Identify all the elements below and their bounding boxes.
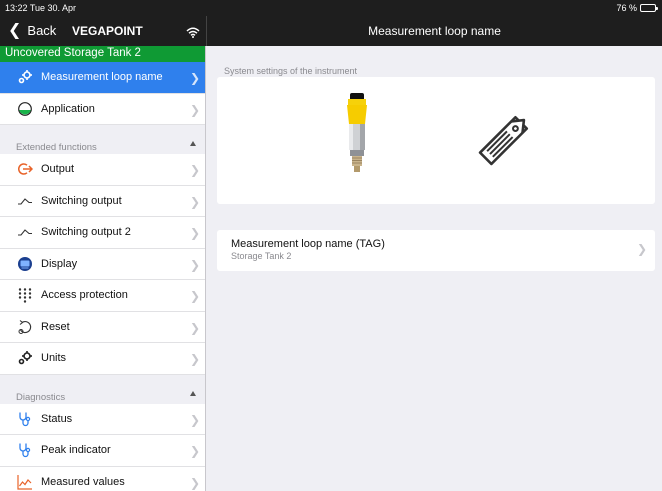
back-button[interactable]: ❮ Back — [8, 22, 57, 39]
sensor-image — [347, 93, 367, 172]
tag-setting-row[interactable]: Measurement loop name (TAG) Storage Tank… — [217, 230, 655, 271]
chevron-right-icon: ❯ — [189, 71, 200, 85]
sidebar-item-units[interactable]: Units ❯ — [0, 343, 205, 375]
section-label: Extended functions — [16, 142, 97, 153]
sidebar-item-reset[interactable]: Reset ❯ — [0, 311, 205, 343]
sidebar-item-label: Reset — [41, 320, 70, 333]
sidebar-item-status[interactable]: Status ❯ — [0, 403, 205, 435]
status-time: 13:22 Tue 30. Apr — [5, 3, 77, 13]
tag-value: Storage Tank 2 — [231, 251, 292, 261]
collapse-triangle-icon[interactable] — [190, 390, 196, 396]
sidebar-item-label: Switching output 2 — [41, 226, 131, 239]
sidebar-item-label: Measurement loop name — [41, 71, 163, 84]
sidebar-item-label: Output — [41, 163, 75, 176]
chevron-right-icon: ❯ — [189, 163, 200, 177]
sidebar-item-label: Status — [41, 412, 73, 425]
keypad-icon — [17, 287, 33, 303]
chevron-right-icon: ❯ — [189, 412, 200, 427]
switching-icon — [17, 224, 33, 240]
main-navbar: Measurement loop name — [206, 16, 662, 46]
page-title: Measurement loop name — [368, 24, 501, 38]
app-title: VEGAPOINT — [72, 24, 143, 38]
sidebar-item-label: Access protection — [41, 289, 128, 302]
sidebar-item-output[interactable]: Output ❯ — [0, 154, 205, 186]
sidebar-item-label: Peak indicator — [41, 444, 111, 457]
display-icon — [17, 256, 33, 272]
back-label: Back — [27, 23, 57, 38]
chevron-right-icon: ❯ — [189, 194, 200, 209]
battery-status: 76 % — [616, 3, 658, 13]
gears-icon — [17, 69, 33, 85]
sidebar-item-label: Units — [41, 352, 67, 365]
main-content: System settings of the instrument Measur… — [207, 46, 662, 491]
device-header: Uncovered Storage Tank 2 — [0, 46, 205, 62]
chart-icon — [17, 474, 33, 490]
chevron-left-icon: ❮ — [8, 22, 22, 39]
chevron-right-icon: ❯ — [189, 475, 200, 490]
chevron-right-icon: ❯ — [189, 102, 200, 117]
sidebar-item-label: Application — [41, 102, 95, 115]
section-extended-functions[interactable]: Extended functions — [0, 125, 205, 154]
sidebar-item-peak-indicator[interactable]: Peak indicator ❯ — [0, 435, 205, 467]
stethoscope-icon — [17, 411, 33, 427]
chevron-right-icon: ❯ — [189, 352, 200, 366]
tag-title: Measurement loop name (TAG) — [231, 238, 385, 250]
sidebar-item-switching-output[interactable]: Switching output ❯ — [0, 185, 205, 217]
sidebar: Uncovered Storage Tank 2 Measurement loo… — [0, 46, 206, 491]
stethoscope-icon — [17, 442, 33, 458]
sidebar-navbar: ❮ Back VEGAPOINT — [0, 16, 206, 46]
gears-icon — [17, 350, 33, 366]
status-bar: 13:22 Tue 30. Apr 76 % — [0, 0, 662, 16]
switching-icon — [17, 193, 33, 209]
sidebar-item-switching-output-2[interactable]: Switching output 2 ❯ — [0, 217, 205, 249]
sidebar-item-measured-values[interactable]: Measured values ❯ — [0, 466, 205, 491]
chevron-right-icon: ❯ — [189, 444, 200, 458]
chevron-right-icon: ❯ — [189, 289, 200, 303]
output-arrow-icon — [17, 161, 33, 177]
sidebar-item-access-protection[interactable]: Access protection ❯ — [0, 280, 205, 312]
section-label: Diagnostics — [16, 391, 66, 403]
collapse-triangle-icon[interactable] — [190, 141, 196, 146]
sidebar-item-label: Switching output — [41, 194, 122, 207]
chevron-right-icon: ❯ — [189, 226, 200, 240]
reset-icon — [17, 319, 33, 335]
chevron-right-icon: ❯ — [189, 257, 200, 272]
battery-percent: 76 % — [616, 3, 637, 13]
section-label: System settings of the instrument — [224, 66, 358, 76]
sidebar-item-display[interactable]: Display ❯ — [0, 248, 205, 280]
sidebar-item-label: Display — [41, 257, 78, 270]
sidebar-item-application[interactable]: Application ❯ — [0, 93, 205, 125]
tag-icon — [478, 115, 529, 166]
instrument-card — [217, 77, 655, 204]
wifi-icon — [186, 25, 200, 43]
section-diagnostics[interactable]: Diagnostics — [0, 374, 205, 404]
chevron-right-icon: ❯ — [636, 242, 647, 256]
sidebar-item-measurement-loop-name[interactable]: Measurement loop name ❯ — [0, 62, 205, 94]
sidebar-item-label: Measured values — [41, 475, 125, 488]
half-circle-icon — [17, 101, 33, 117]
chevron-right-icon: ❯ — [189, 320, 200, 335]
battery-icon — [640, 4, 658, 12]
